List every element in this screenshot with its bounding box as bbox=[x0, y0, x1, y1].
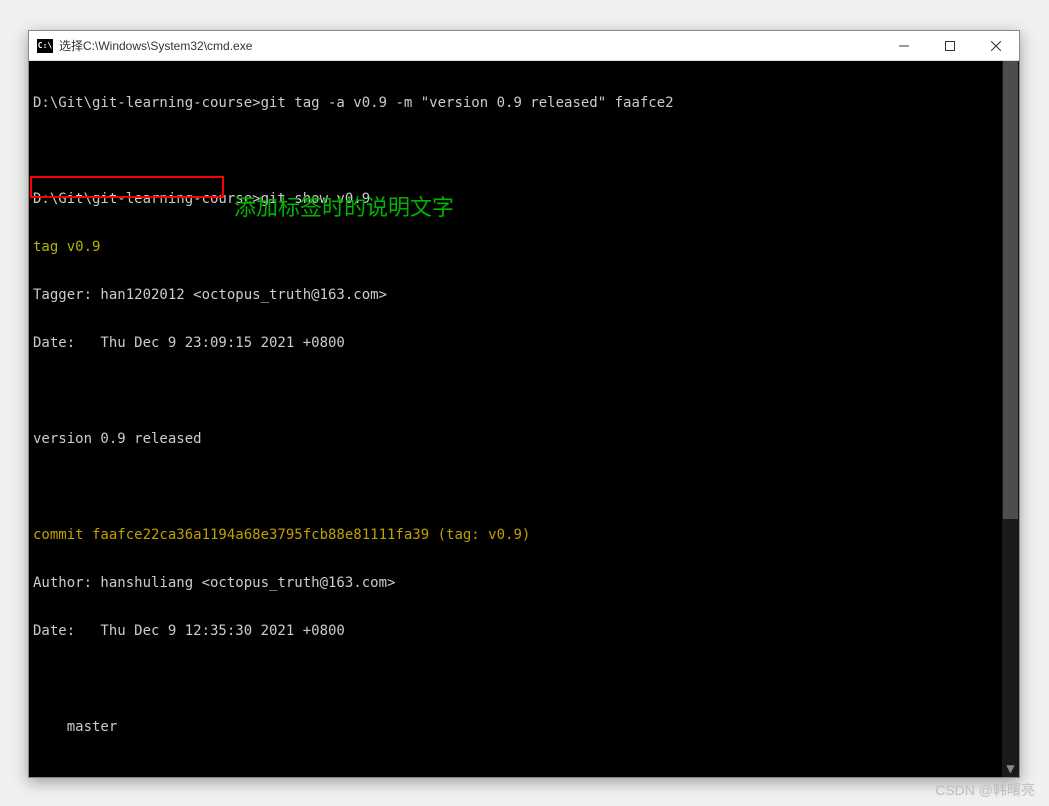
tag-message: version 0.9 released bbox=[33, 431, 1002, 447]
commit-hash: commit faafce22ca36a1194a68e3795fcb88e81… bbox=[33, 527, 438, 543]
window-title: 选择C:\Windows\System32\cmd.exe bbox=[59, 37, 881, 54]
command-text: git tag -a v0.9 -m "version 0.9 released… bbox=[261, 95, 674, 111]
close-button[interactable] bbox=[973, 31, 1019, 60]
watermark: CSDN @韩曙亮 bbox=[935, 780, 1035, 800]
scrollbar-down-button[interactable]: ▼ bbox=[1002, 760, 1019, 777]
date-line: Date: Thu Dec 9 23:09:15 2021 +0800 bbox=[33, 335, 1002, 351]
maximize-button[interactable] bbox=[927, 31, 973, 60]
ref-tag: tag: v0.9 bbox=[446, 527, 522, 543]
scrollbar-thumb[interactable] bbox=[1003, 61, 1018, 519]
commit-message: master bbox=[33, 719, 1002, 735]
cmd-window: C:\ 选择C:\Windows\System32\cmd.exe D:\Git… bbox=[28, 30, 1020, 778]
scrollbar[interactable]: ▲ ▼ bbox=[1002, 61, 1019, 777]
prompt: D:\Git\git-learning-course> bbox=[33, 191, 261, 207]
minimize-button[interactable] bbox=[881, 31, 927, 60]
tag-line: tag v0.9 bbox=[33, 239, 1002, 255]
author-line: Author: hanshuliang <octopus_truth@163.c… bbox=[33, 575, 1002, 591]
window-controls bbox=[881, 31, 1019, 60]
terminal-area[interactable]: D:\Git\git-learning-course>git tag -a v0… bbox=[29, 61, 1019, 777]
tagger-line: Tagger: han1202012 <octopus_truth@163.co… bbox=[33, 287, 1002, 303]
cmd-icon: C:\ bbox=[37, 39, 53, 53]
prompt: D:\Git\git-learning-course> bbox=[33, 95, 261, 111]
terminal-content: D:\Git\git-learning-course>git tag -a v0… bbox=[33, 63, 1002, 777]
command-text: git show v0.9 bbox=[261, 191, 371, 207]
titlebar[interactable]: C:\ 选择C:\Windows\System32\cmd.exe bbox=[29, 31, 1019, 61]
date-line: Date: Thu Dec 9 12:35:30 2021 +0800 bbox=[33, 623, 1002, 639]
